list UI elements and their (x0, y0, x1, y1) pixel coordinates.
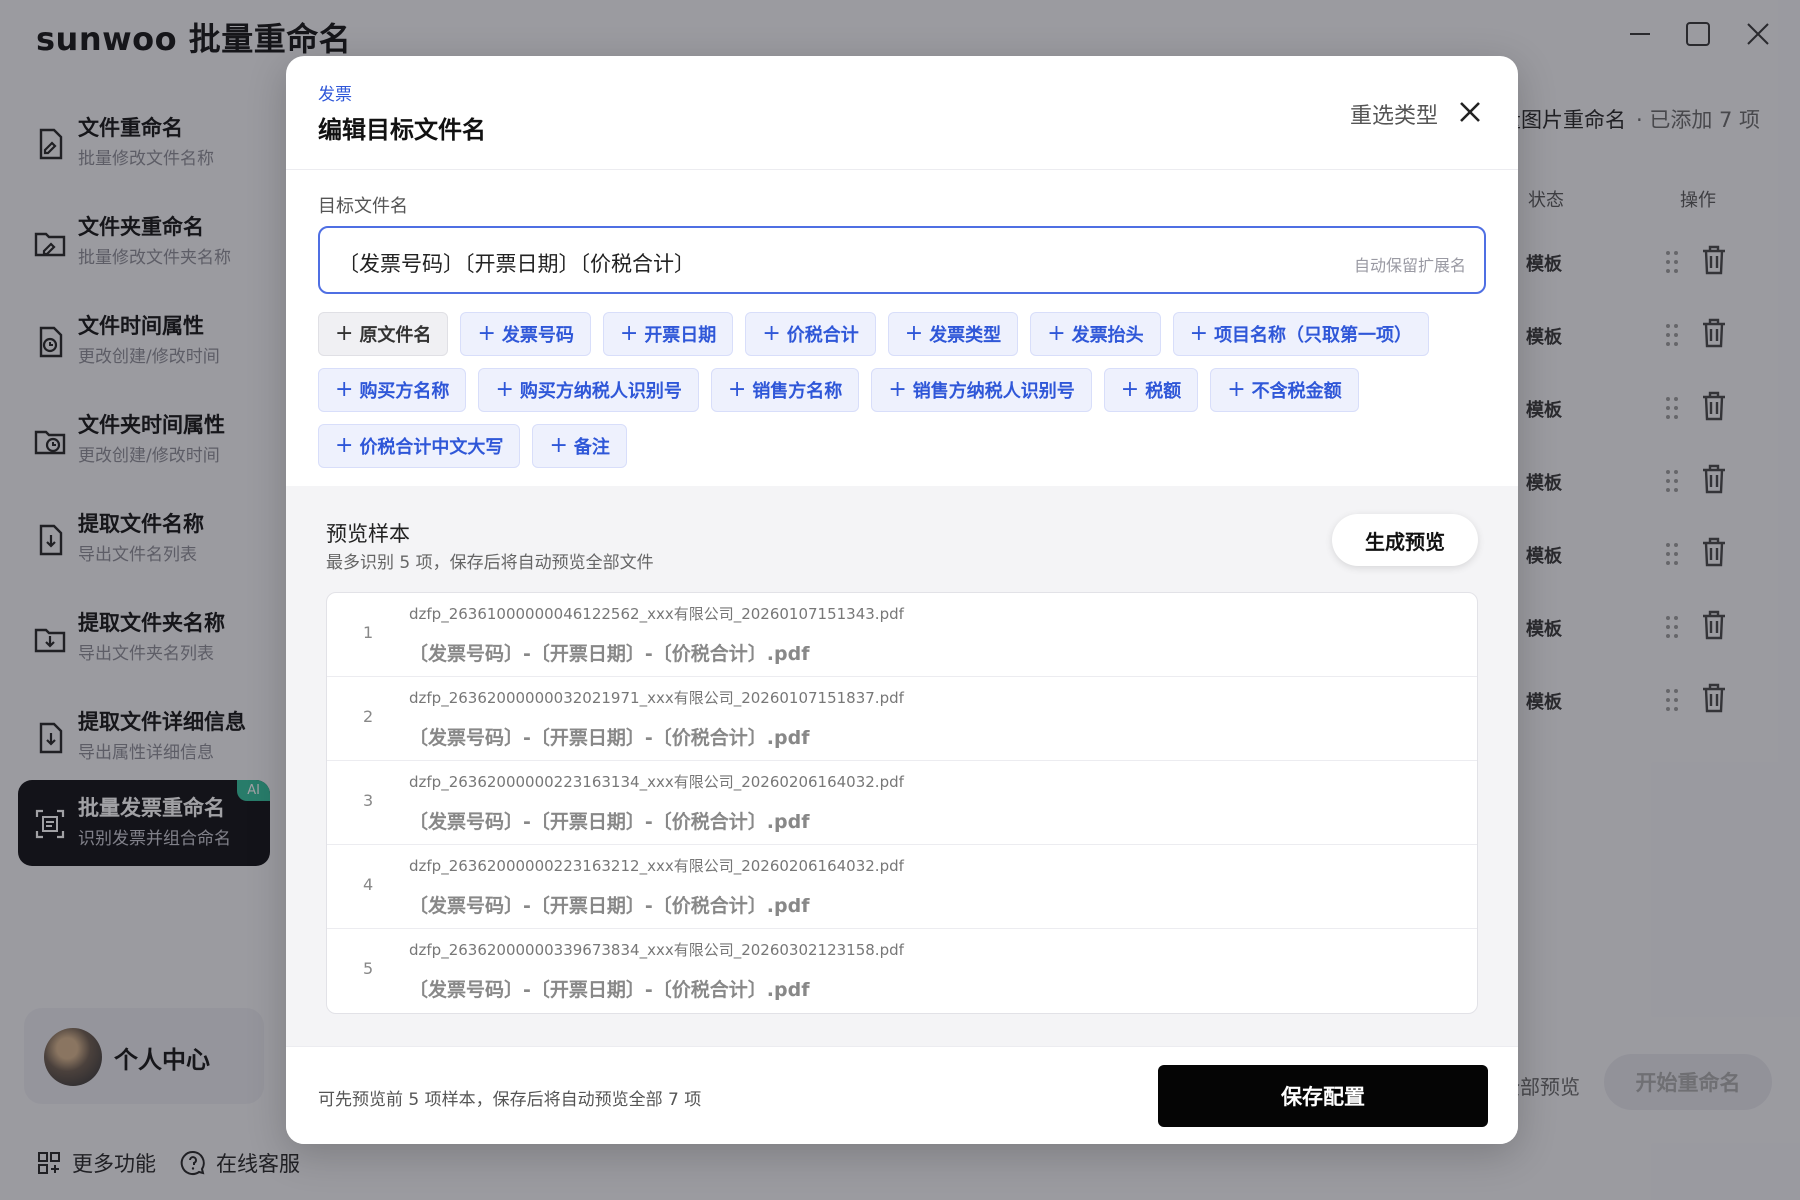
original-filename: dzfp_26362000000223163134_xxx有限公司_202602… (409, 773, 904, 791)
close-icon[interactable] (1456, 98, 1484, 126)
target-filename-input[interactable]: 〔发票号码〕〔开票日期〕〔价税合计〕 自动保留扩展名 (318, 226, 1486, 294)
dialog-title: 编辑目标文件名 (318, 116, 486, 144)
add-field-chip[interactable]: + 项目名称（只取第一项） (1172, 312, 1430, 356)
preview-row: 4 dzfp_26362000000223163212_xxx有限公司_20260… (327, 845, 1477, 929)
add-field-chip[interactable]: + 税额 (1103, 368, 1199, 412)
reselect-type-button[interactable]: 重选类型 (1350, 98, 1438, 130)
preview-row: 5 dzfp_26362000000339673834_xxx有限公司_20260… (327, 929, 1477, 1013)
row-index: 5 (363, 959, 374, 978)
row-index: 2 (363, 707, 374, 726)
add-field-chip[interactable]: + 发票号码 (460, 312, 591, 356)
result-filename: 〔发票号码〕-〔开票日期〕-〔价税合计〕.pdf (409, 727, 810, 749)
row-index: 1 (363, 623, 374, 642)
add-field-chip[interactable]: + 销售方名称 (710, 368, 860, 412)
chip-label: 销售方纳税人识别号 (912, 381, 1075, 402)
plus-icon: + (335, 377, 354, 402)
footer-note: 可先预览前 5 项样本，保存后将自动预览全部 7 项 (318, 1090, 702, 1110)
plus-icon: + (549, 433, 568, 458)
result-filename: 〔发票号码〕-〔开票日期〕-〔价税合计〕.pdf (409, 979, 810, 1001)
add-field-chip[interactable]: + 备注 (532, 424, 627, 468)
dialog-footer: 可先预览前 5 项样本，保存后将自动预览全部 7 项 保存配置 (286, 1046, 1518, 1144)
result-filename: 〔发票号码〕-〔开票日期〕-〔价税合计〕.pdf (409, 643, 810, 665)
chip-label: 不含税金额 (1251, 381, 1342, 402)
plus-icon: + (619, 321, 639, 346)
input-hint: 自动保留扩展名 (1353, 256, 1466, 275)
plus-icon: + (477, 321, 496, 346)
add-field-chip[interactable]: + 购买方名称 (318, 368, 467, 412)
input-value: 〔发票号码〕〔开票日期〕〔价税合计〕 (338, 252, 695, 276)
chip-label: 价税合计 (786, 325, 859, 346)
plus-icon: + (1120, 377, 1140, 402)
preview-title: 预览样本 (326, 522, 410, 546)
dialog-header: 发票 编辑目标文件名 重选类型 (286, 56, 1518, 170)
chip-label: 开票日期 (644, 325, 717, 346)
plus-icon: + (1189, 321, 1209, 346)
original-filename: dzfp_26362000000339673834_xxx有限公司_202603… (409, 941, 904, 959)
chip-label: 原文件名 (359, 325, 432, 346)
plus-icon: + (1227, 377, 1246, 402)
chip-label: 价税合计中文大写 (359, 437, 504, 458)
result-filename: 〔发票号码〕-〔开票日期〕-〔价税合计〕.pdf (409, 895, 810, 917)
add-field-chip[interactable]: + 开票日期 (602, 312, 734, 356)
preview-list: 1 dzfp_26361000000046122562_xxx有限公司_20260… (326, 592, 1478, 1014)
row-index: 3 (363, 791, 374, 810)
plus-icon: + (335, 433, 354, 458)
chip-row: + 原文件名 + 发票号码 + 开票日期 + 价税合计 + 发票类型 + 发票抬头 + 项目名称（只取第一… (318, 312, 1498, 356)
generate-preview-button[interactable]: 生成预览 (1332, 514, 1478, 566)
preview-row: 3 dzfp_26362000000223163134_xxx有限公司_20260… (327, 761, 1477, 845)
chip-label: 备注 (573, 437, 610, 458)
add-field-chip[interactable]: + 发票抬头 (1030, 312, 1161, 356)
plus-icon: + (762, 321, 781, 346)
result-filename: 〔发票号码〕-〔开票日期〕-〔价税合计〕.pdf (409, 811, 810, 833)
preview-row: 1 dzfp_26361000000046122562_xxx有限公司_20260… (327, 593, 1477, 677)
original-filename: dzfp_26362000000223163212_xxx有限公司_202602… (409, 857, 904, 875)
save-config-button[interactable]: 保存配置 (1158, 1065, 1488, 1127)
chip-label: 项目名称（只取第一项） (1214, 325, 1413, 346)
chip-label: 发票类型 (929, 325, 1002, 346)
field-chip-group: + 原文件名 + 发票号码 + 开票日期 + 价税合计 + 发票类型 + 发票抬头 + 项目名称（只取第一… (318, 312, 1498, 480)
add-field-chip[interactable]: + 原文件名 (318, 312, 449, 356)
chip-label: 发票号码 (501, 325, 574, 346)
row-index: 4 (363, 875, 374, 894)
chip-label: 购买方纳税人识别号 (519, 381, 682, 402)
original-filename: dzfp_26361000000046122562_xxx有限公司_202601… (409, 605, 904, 623)
chip-row: + 价税合计中文大写 + 备注 (318, 424, 1498, 468)
add-field-chip[interactable]: + 发票类型 (887, 312, 1019, 356)
target-filename-label: 目标文件名 (318, 196, 408, 217)
plus-icon: + (1047, 321, 1066, 346)
chip-label: 销售方名称 (752, 381, 843, 402)
original-filename: dzfp_26362000000032021971_xxx有限公司_202601… (409, 689, 904, 707)
chip-label: 购买方名称 (359, 381, 450, 402)
chip-row: + 购买方名称 + 购买方纳税人识别号 + 销售方名称 + 销售方纳税人识别号 + 税额 + 不含税金… (318, 368, 1498, 412)
preview-row: 2 dzfp_26362000000032021971_xxx有限公司_20260… (327, 677, 1477, 761)
plus-icon: + (495, 377, 514, 402)
dialog-category: 发票 (318, 85, 352, 105)
plus-icon: + (888, 377, 907, 402)
add-field-chip[interactable]: + 不含税金额 (1210, 368, 1359, 412)
chip-label: 发票抬头 (1071, 325, 1144, 346)
plus-icon: + (335, 321, 354, 346)
chip-label: 税额 (1145, 381, 1182, 402)
add-field-chip[interactable]: + 销售方纳税人识别号 (871, 368, 1092, 412)
plus-icon: + (727, 377, 747, 402)
preview-section: 预览样本 最多识别 5 项，保存后将自动预览全部文件 生成预览 1 dzfp_26… (286, 486, 1518, 1046)
edit-filename-dialog: 发票 编辑目标文件名 重选类型 目标文件名 〔发票号码〕〔开票日期〕〔价税合计〕… (286, 56, 1518, 1144)
add-field-chip[interactable]: + 价税合计 (745, 312, 876, 356)
add-field-chip[interactable]: + 购买方纳税人识别号 (478, 368, 699, 412)
preview-subtitle: 最多识别 5 项，保存后将自动预览全部文件 (326, 553, 654, 573)
add-field-chip[interactable]: + 价税合计中文大写 (318, 424, 521, 468)
plus-icon: + (904, 321, 924, 346)
